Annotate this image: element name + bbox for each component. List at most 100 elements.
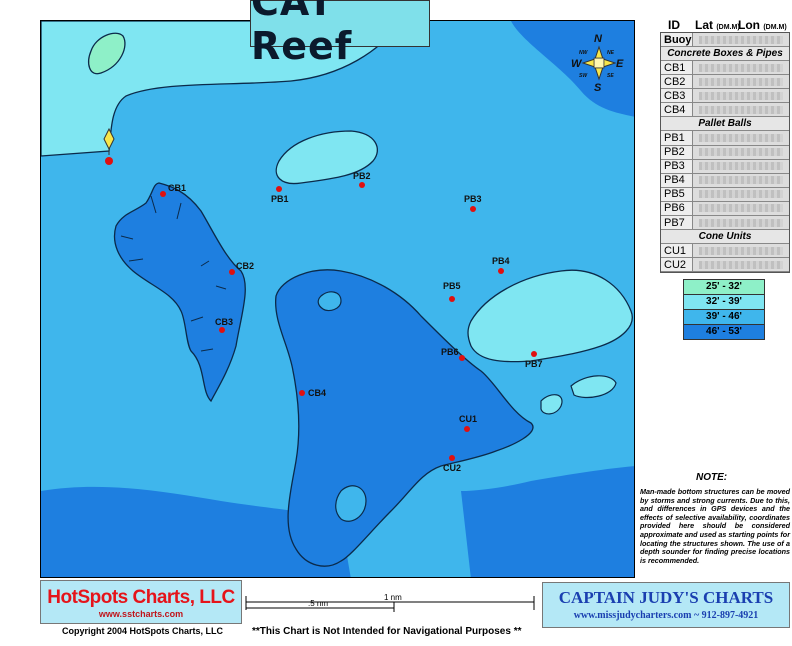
table-row-id: PB7	[661, 216, 693, 230]
obscured-coordinates	[699, 63, 783, 72]
label-cu2: CU2	[443, 463, 461, 473]
table-row-id: CB2	[661, 75, 693, 89]
table-row-id: CB3	[661, 89, 693, 103]
table-row: Buoy	[661, 33, 789, 48]
label-pb3: PB3	[464, 194, 482, 204]
legend-item: 32' - 39'	[684, 295, 764, 310]
hotspots-banner: HotSpots Charts, LLC www.sstcharts.com	[40, 580, 242, 624]
hotspots-name: HotSpots Charts, LLC	[47, 587, 235, 608]
table-header-lon: Lon (DM.M)	[738, 18, 787, 32]
marker-pb7	[531, 351, 537, 357]
marker-cu2	[449, 455, 455, 461]
label-cb2: CB2	[236, 261, 254, 271]
marker-cb4	[299, 390, 305, 396]
copyright: Copyright 2004 HotSpots Charts, LLC	[62, 626, 224, 636]
legend-item: 39' - 46'	[684, 310, 764, 325]
obscured-coordinates	[699, 77, 783, 86]
table-section-label: Cone Units	[661, 230, 789, 245]
marker-pb6	[459, 355, 465, 361]
table-row-id: PB6	[661, 201, 693, 216]
label-pb1: PB1	[271, 194, 289, 204]
chart-title: CAT Reef	[250, 0, 430, 68]
obscured-coordinates	[699, 204, 783, 213]
captain-judy-banner: CAPTAIN JUDY'S CHARTS www.missjudycharte…	[542, 582, 790, 628]
compass-nw: NW	[579, 50, 589, 56]
table-row-id: Buoy	[661, 33, 693, 47]
obscured-coordinates	[699, 35, 783, 44]
note-body: Man-made bottom structures can be moved …	[640, 487, 790, 565]
label-cb4: CB4	[308, 388, 326, 398]
obscured-coordinates	[699, 134, 783, 143]
captain-url[interactable]: www.missjudycharters.com ~ 912-897-4921	[543, 610, 789, 621]
obscured-coordinates	[699, 260, 783, 269]
obscured-coordinates	[699, 218, 783, 227]
marker-pb1	[276, 186, 282, 192]
table-row: PB4	[661, 173, 789, 188]
table-row: PB7	[661, 216, 789, 231]
compass-s: S	[594, 82, 602, 94]
table-row-id: PB4	[661, 173, 693, 187]
marker-pb5	[449, 296, 455, 302]
obscured-coordinates	[699, 190, 783, 199]
obscured-coordinates	[699, 148, 783, 157]
label-cb3: CB3	[215, 317, 233, 327]
table-row-id: PB2	[661, 145, 693, 159]
table-header-lat: Lat (DM.M)	[695, 18, 740, 32]
captain-name: CAPTAIN JUDY'S CHARTS	[558, 588, 774, 607]
legend-item: 25' - 32'	[684, 280, 764, 295]
table-section-label: Pallet Balls	[661, 117, 789, 132]
table-row: PB5	[661, 187, 789, 202]
table-section-label: Concrete Boxes & Pipes	[661, 47, 789, 62]
label-pb5: PB5	[443, 281, 461, 291]
marker-pb4	[498, 268, 504, 274]
table-row: CB4	[661, 103, 789, 118]
depth-contours: CB1 CB2 CB3 CB4 PB1 PB2 PB3 PB4 PB5 PB6 …	[41, 21, 634, 577]
note-title: NOTE:	[696, 472, 728, 483]
obscured-coordinates	[699, 176, 783, 185]
scale-bar: 1 nm .5 nm	[245, 593, 535, 612]
table-header-id: ID	[668, 18, 680, 32]
depth-legend: 25' - 32' 32' - 39' 39' - 46' 46' - 53'	[683, 279, 765, 340]
table-row: CB3	[661, 89, 789, 104]
table-row: PB6	[661, 201, 789, 217]
table-row: PB3	[661, 159, 789, 174]
table-row: CU1	[661, 244, 789, 259]
marker-cb1	[160, 191, 166, 197]
table-row-id: PB5	[661, 187, 693, 201]
table-row-id: PB1	[661, 131, 693, 145]
marker-pb2	[359, 182, 365, 188]
compass-w: W	[571, 58, 583, 70]
table-row: CU2	[661, 258, 789, 273]
table-row-id: CB1	[661, 61, 693, 75]
label-cu1: CU1	[459, 414, 477, 424]
obscured-coordinates	[699, 246, 783, 255]
compass-ne: NE	[607, 50, 615, 56]
scale-half-label: .5 nm	[308, 599, 328, 608]
obscured-coordinates	[699, 91, 783, 100]
hotspots-url[interactable]: www.sstcharts.com	[41, 609, 241, 619]
marker-cu1	[464, 426, 470, 432]
marker-cb2	[229, 269, 235, 275]
disclaimer: **This Chart is Not Intended for Navigat…	[252, 626, 522, 637]
scale-full-label: 1 nm	[384, 593, 402, 602]
table-row-id: CU1	[661, 244, 693, 258]
legend-item: 46' - 53'	[684, 325, 764, 339]
label-pb7: PB7	[525, 359, 543, 369]
table-row: PB1	[661, 131, 789, 146]
obscured-coordinates	[699, 105, 783, 114]
obscured-coordinates	[699, 162, 783, 171]
marker-pb3	[470, 206, 476, 212]
compass-e: E	[616, 58, 624, 70]
reef-map: CB1 CB2 CB3 CB4 PB1 PB2 PB3 PB4 PB5 PB6 …	[40, 20, 635, 578]
marker-cb3	[219, 327, 225, 333]
compass-sw: SW	[579, 73, 588, 79]
coordinates-table: Buoy Concrete Boxes & Pipes CB1 CB2 CB3 …	[660, 32, 790, 274]
table-row: CB2	[661, 75, 789, 90]
label-pb6: PB6	[441, 347, 459, 357]
table-row: CB1	[661, 61, 789, 76]
table-row-id: PB3	[661, 159, 693, 173]
table-row-id: CU2	[661, 258, 693, 272]
label-pb4: PB4	[492, 256, 510, 266]
compass-se: SE	[607, 73, 614, 79]
buoy-marker	[105, 157, 113, 165]
